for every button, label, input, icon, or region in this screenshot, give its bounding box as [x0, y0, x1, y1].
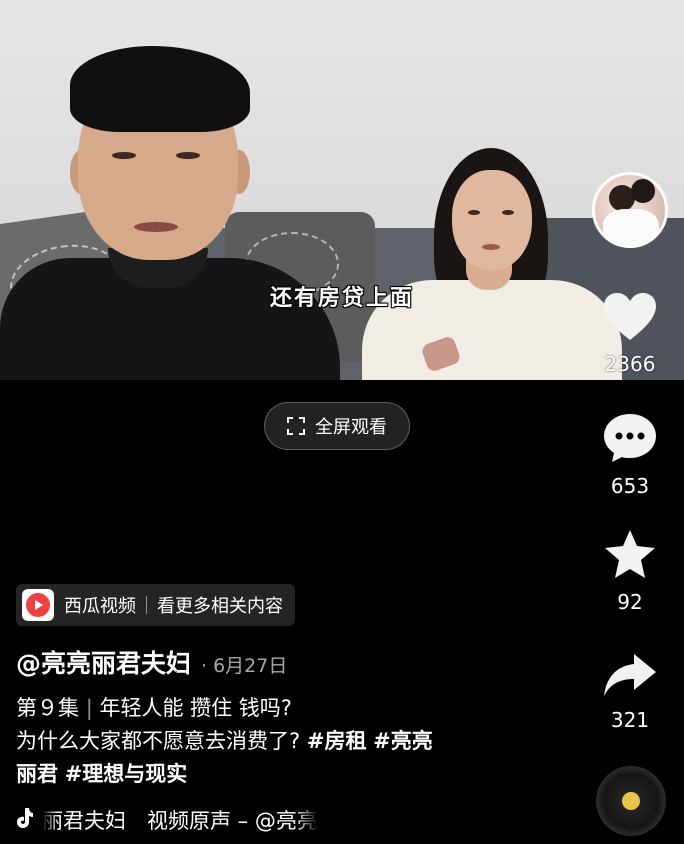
- description-line: 丽君 #理想与现实: [16, 758, 516, 791]
- xigua-promo-link[interactable]: 西瓜视频 看更多相关内容: [16, 584, 295, 626]
- episode-label[interactable]: 第９集: [16, 696, 79, 720]
- comment-count: 653: [610, 474, 650, 498]
- post-title-line2: 为什么大家都不愿意去消费了?: [16, 729, 301, 753]
- tiktok-note-icon: [16, 807, 34, 834]
- avatar[interactable]: [592, 172, 668, 248]
- xigua-app-name: 西瓜视频: [64, 596, 136, 617]
- favorite-button[interactable]: 92: [592, 528, 668, 614]
- xigua-link-text: 看更多相关内容: [157, 596, 283, 617]
- comment-icon: [602, 412, 658, 468]
- xigua-logo-icon: [22, 589, 54, 621]
- comment-button[interactable]: 653: [592, 412, 668, 498]
- woman-mouth: [482, 244, 500, 250]
- share-count: 321: [610, 708, 650, 732]
- post-date: · 6月27日: [201, 655, 288, 677]
- woman-eye: [468, 210, 480, 215]
- heart-icon: [602, 292, 658, 346]
- fullscreen-label: 全屏观看: [315, 417, 387, 438]
- star-icon: [603, 528, 657, 584]
- hashtag[interactable]: #房租: [307, 729, 367, 753]
- like-button[interactable]: 2366: [592, 292, 668, 376]
- disc-center: [622, 792, 640, 810]
- share-button[interactable]: 321: [592, 652, 668, 732]
- woman-face: [452, 170, 532, 270]
- author-line: @亮亮丽君夫妇 · 6月27日: [16, 644, 287, 680]
- post-title: 年轻人能 攒住 钱吗?: [99, 696, 292, 720]
- hashtag[interactable]: #理想与现实: [65, 762, 188, 786]
- man-mouth: [134, 222, 178, 232]
- hashtag-continuation[interactable]: 丽君: [16, 762, 58, 786]
- music-title: 丽君夫妇 视频原声 – @亮亮: [42, 809, 318, 833]
- description-line: 第９集 | 年轻人能 攒住 钱吗?: [16, 692, 516, 725]
- fullscreen-button[interactable]: 全屏观看: [264, 402, 410, 450]
- avatar-dress: [603, 209, 659, 245]
- divider: [146, 596, 147, 614]
- post-description: 第９集 | 年轻人能 攒住 钱吗? 为什么大家都不愿意去消费了? #房租 #亮亮…: [16, 692, 516, 791]
- author-name[interactable]: @亮亮丽君夫妇: [16, 644, 191, 680]
- avatar-person: [631, 179, 655, 203]
- video-subtitle: 还有房贷上面: [269, 286, 414, 311]
- music-disc-icon[interactable]: [596, 766, 666, 836]
- video-player[interactable]: 还有房贷上面: [0, 0, 684, 380]
- share-arrow-icon: [602, 652, 658, 702]
- like-count: 2366: [604, 352, 656, 376]
- woman-eye: [502, 210, 514, 215]
- hashtag[interactable]: #亮亮: [373, 729, 433, 753]
- fullscreen-icon: [287, 417, 305, 435]
- music-info[interactable]: 丽君夫妇 视频原声 – @亮亮: [16, 804, 356, 836]
- man-eye: [176, 152, 200, 159]
- episode-separator: |: [85, 696, 100, 720]
- favorite-count: 92: [617, 590, 643, 614]
- man-eye: [112, 152, 136, 159]
- description-line: 为什么大家都不愿意去消费了? #房租 #亮亮: [16, 725, 516, 758]
- man-hair: [70, 46, 250, 132]
